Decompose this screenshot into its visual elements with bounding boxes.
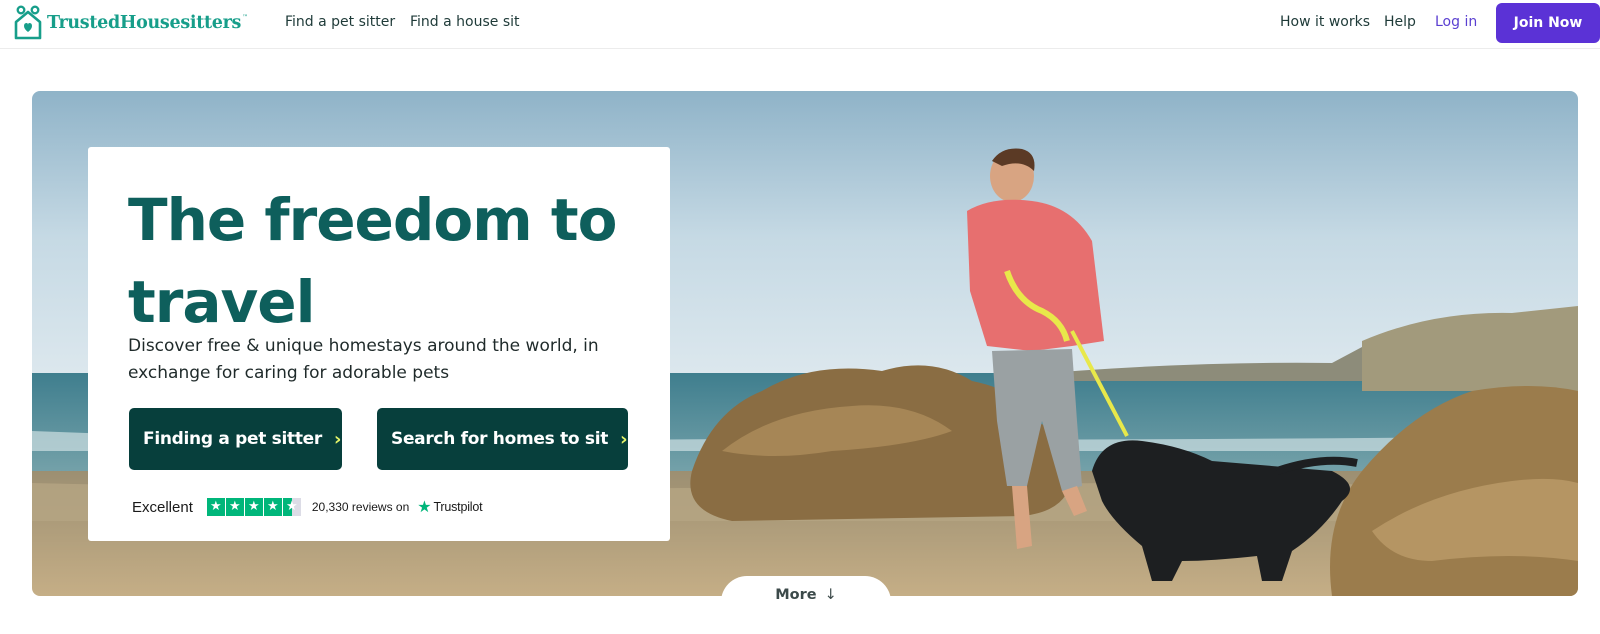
chevron-right-icon: › <box>620 428 628 450</box>
logo-trademark: ™ <box>242 13 249 21</box>
trustpilot-star-icon: ★ <box>417 499 432 516</box>
star-icon: ★ <box>225 498 244 516</box>
more-button[interactable]: More ↓ <box>721 576 891 634</box>
hero-card: The freedom to travel Discover free & un… <box>88 147 670 541</box>
more-label: More <box>775 587 817 603</box>
nav-how-it-works[interactable]: How it works <box>1280 14 1370 30</box>
logo-link[interactable]: TrustedHousesitters ™ <box>12 5 248 41</box>
hero-banner: The freedom to travel Discover free & un… <box>32 91 1578 596</box>
logo-wordmark: TrustedHousesitters <box>47 13 242 33</box>
arrow-down-icon: ↓ <box>824 587 837 603</box>
cta-secondary-label: Search for homes to sit <box>391 429 609 449</box>
trustpilot-rating-word: Excellent <box>132 498 193 516</box>
join-now-button[interactable]: Join Now <box>1496 3 1600 43</box>
hero-headline: The freedom to travel <box>128 186 617 336</box>
hero-subtext: Discover free & unique homestays around … <box>128 336 599 383</box>
house-paw-logo-icon <box>14 5 42 40</box>
trustpilot-logo: ★ Trustpilot <box>417 497 482 517</box>
chevron-right-icon: › <box>333 428 342 450</box>
trustpilot-widget[interactable]: Excellent ★ ★ ★ ★ ★ 20,330 reviews on ★ … <box>132 497 483 517</box>
site-header: TrustedHousesitters ™ Find a pet sitter … <box>0 0 1600 49</box>
star-icon: ★ <box>244 498 263 516</box>
nav-find-house-sit[interactable]: Find a house sit <box>410 14 520 30</box>
cta-primary-label: Finding a pet sitter <box>143 429 322 449</box>
star-icon: ★ <box>263 498 282 516</box>
nav-find-pet-sitter[interactable]: Find a pet sitter <box>285 14 395 30</box>
finding-pet-sitter-button[interactable]: Finding a pet sitter › <box>129 408 342 470</box>
trustpilot-stars: ★ ★ ★ ★ ★ <box>206 498 302 516</box>
login-link[interactable]: Log in <box>1435 14 1477 30</box>
nav-help[interactable]: Help <box>1384 14 1416 30</box>
star-icon: ★ <box>206 498 225 516</box>
search-homes-to-sit-button[interactable]: Search for homes to sit › <box>377 408 628 470</box>
trustpilot-brand: Trustpilot <box>433 500 483 514</box>
star-half-icon: ★ <box>282 498 301 516</box>
trustpilot-reviews-count: 20,330 reviews on <box>311 500 410 514</box>
